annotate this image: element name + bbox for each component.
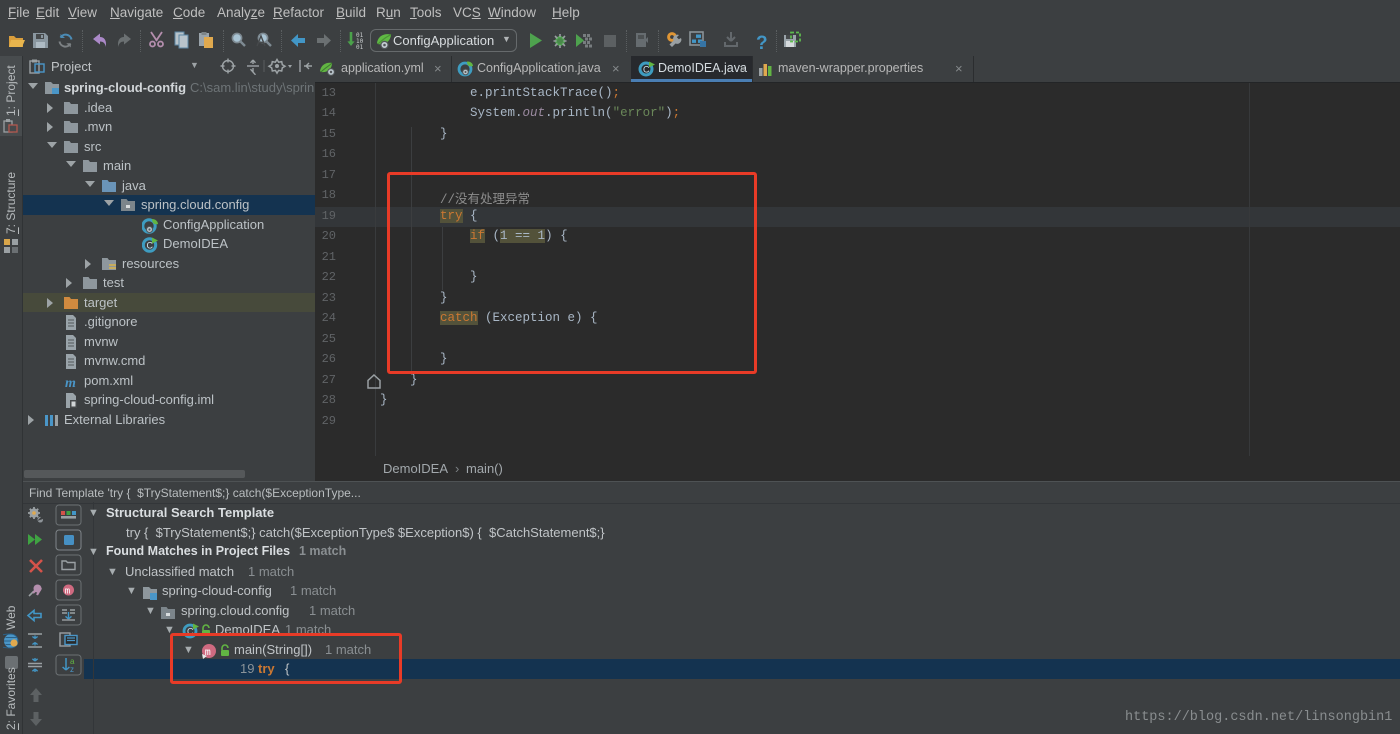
svg-text:01: 01 [356,44,364,51]
svg-text:?: ? [756,33,768,54]
svg-text:C: C [643,65,650,75]
svg-text:m: m [65,376,76,389]
